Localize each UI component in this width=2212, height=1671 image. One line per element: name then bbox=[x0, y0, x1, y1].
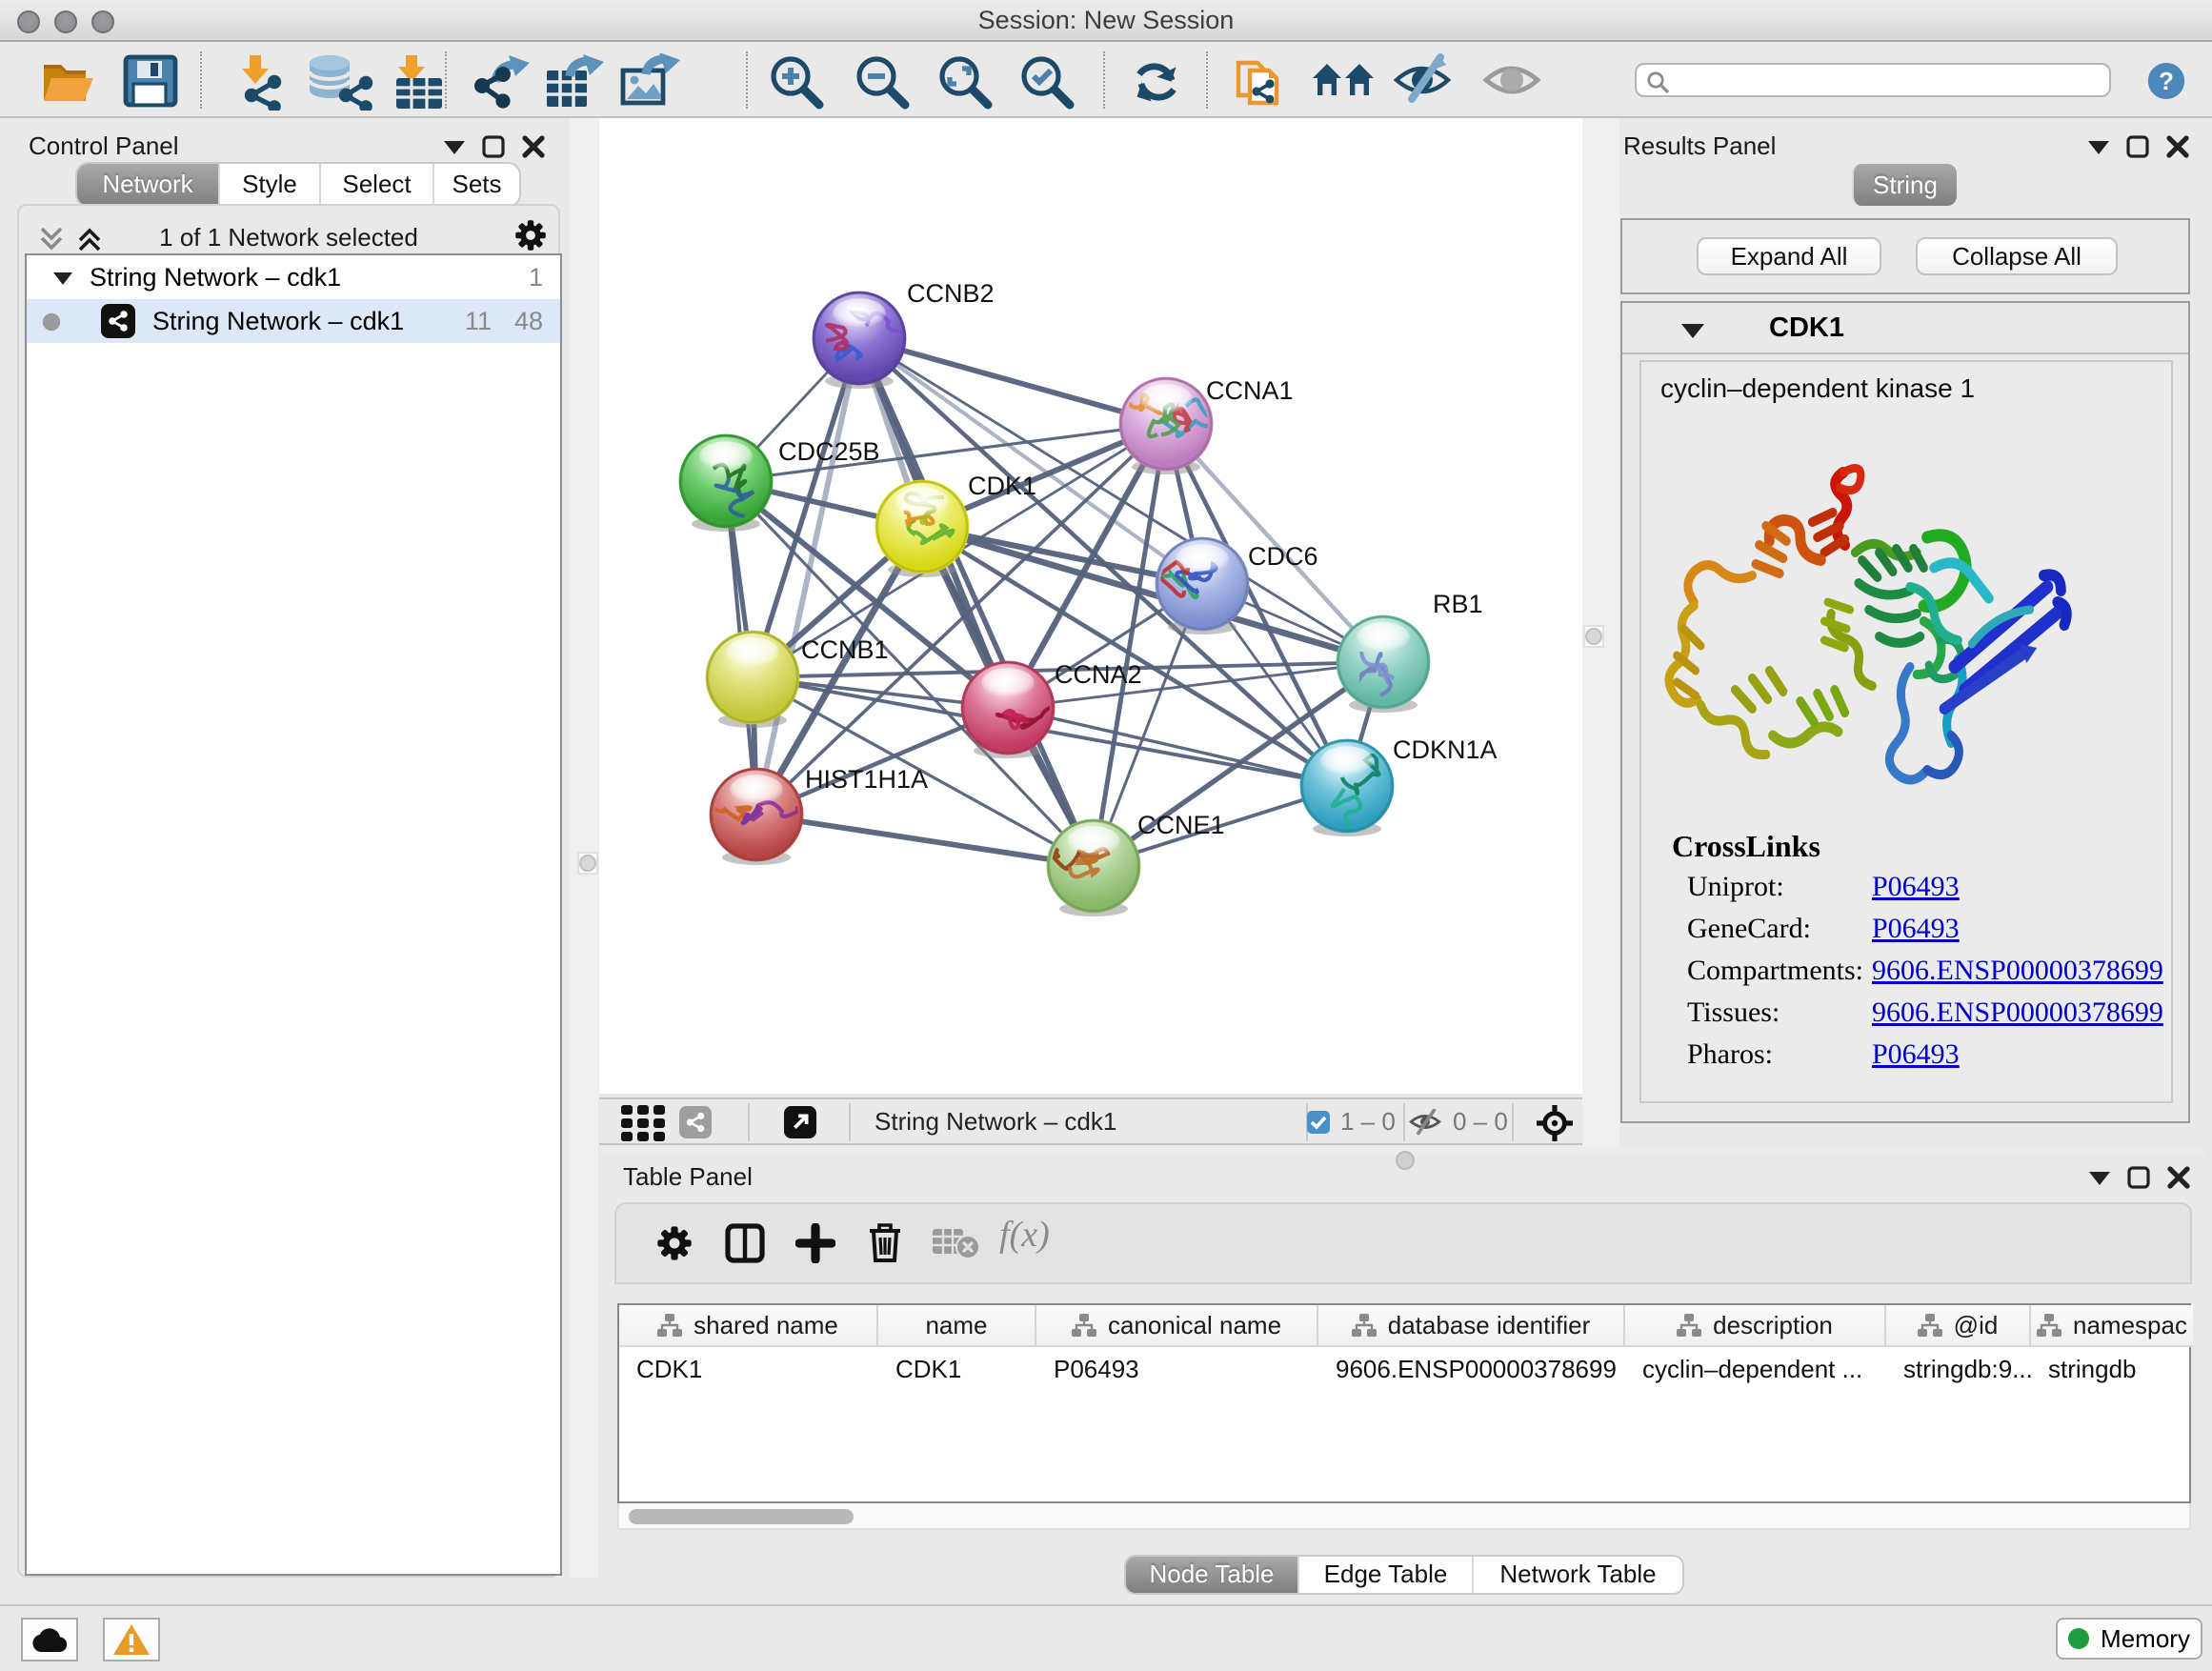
svg-text:CCNE1: CCNE1 bbox=[1137, 811, 1225, 839]
svg-text:RB1: RB1 bbox=[1433, 590, 1483, 618]
svg-text:CDC6: CDC6 bbox=[1248, 542, 1318, 571]
svg-text:CDK1: CDK1 bbox=[968, 472, 1036, 500]
svg-text:CCNB2: CCNB2 bbox=[907, 279, 995, 308]
svg-text:CCNA1: CCNA1 bbox=[1206, 376, 1294, 405]
svg-text:CDC25B: CDC25B bbox=[778, 437, 880, 466]
svg-text:CCNA2: CCNA2 bbox=[1055, 660, 1142, 689]
svg-text:CDKN1A: CDKN1A bbox=[1393, 735, 1498, 764]
svg-text:CCNB1: CCNB1 bbox=[801, 635, 889, 664]
svg-text:?: ? bbox=[2159, 67, 2174, 95]
svg-text:HIST1H1A: HIST1H1A bbox=[805, 765, 928, 794]
